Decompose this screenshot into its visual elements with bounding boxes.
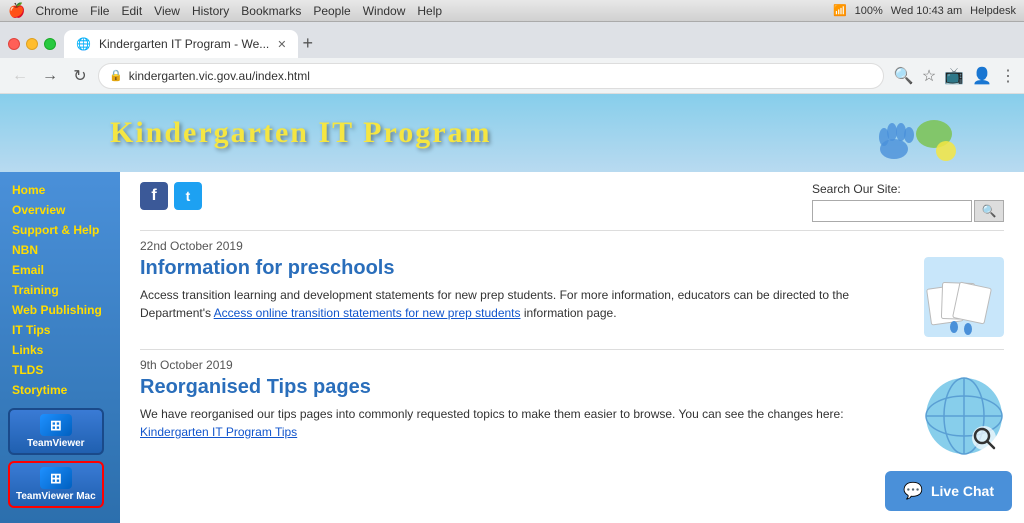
article-2-image: [924, 376, 1004, 456]
url-bar[interactable]: 🔒 kindergarten.vic.gov.au/index.html: [98, 63, 884, 89]
menu-window[interactable]: Window: [363, 4, 406, 18]
sidebar-buttons: TeamViewer TeamViewer Mac: [0, 400, 112, 516]
twitter-icon[interactable]: t: [174, 182, 202, 210]
battery-indicator: 100%: [855, 5, 883, 17]
search-icon: 🔍: [982, 204, 997, 218]
content-area: Home Overview Support & Help NBN Email T…: [0, 172, 1024, 523]
lock-icon: 🔒: [109, 69, 123, 82]
sidebar-item-home[interactable]: Home: [0, 180, 120, 200]
sidebar-item-webpublishing[interactable]: Web Publishing: [0, 300, 120, 320]
social-icons-group: f t: [140, 182, 202, 210]
article-1-date: 22nd October 2019: [140, 239, 1004, 253]
article-2: 9th October 2019 Reorganised Tips pages …: [140, 358, 1004, 456]
teamviewer-mac-icon: [40, 467, 72, 489]
menu-bookmarks[interactable]: Bookmarks: [241, 4, 301, 18]
mac-os-bar: 🍎 Chrome File Edit View History Bookmark…: [0, 0, 1024, 22]
divider-2: [140, 349, 1004, 350]
search-address-icon[interactable]: 🔍: [894, 66, 914, 86]
search-label: Search Our Site:: [812, 182, 1004, 196]
menu-dots-icon[interactable]: ⋮: [1000, 66, 1016, 86]
article-2-link[interactable]: Kindergarten IT Program Tips: [140, 425, 297, 439]
live-chat-button[interactable]: 💬 Live Chat: [885, 471, 1012, 511]
clock: Wed 10:43 am: [891, 5, 962, 17]
article-2-row: Reorganised Tips pages We have reorganis…: [140, 376, 1004, 456]
site-header: Kindergarten IT Program: [0, 94, 1024, 172]
tab-close-button[interactable]: ✕: [277, 38, 286, 51]
article-1-image: [924, 257, 1004, 337]
menu-help[interactable]: Help: [417, 4, 442, 18]
tab-favicon: 🌐: [76, 37, 91, 51]
profile-icon[interactable]: 👤: [972, 66, 992, 86]
divider-1: [140, 230, 1004, 231]
address-bar: ← → ↻ 🔒 kindergarten.vic.gov.au/index.ht…: [0, 58, 1024, 94]
chat-bubble-icon: 💬: [903, 481, 923, 501]
sidebar-item-email[interactable]: Email: [0, 260, 120, 280]
sidebar-item-support[interactable]: Support & Help: [0, 220, 120, 240]
search-input[interactable]: [812, 200, 972, 222]
article-1: 22nd October 2019 Information for presch…: [140, 239, 1004, 337]
search-box-area: Search Our Site: 🔍: [812, 182, 1004, 222]
sidebar-item-nbn[interactable]: NBN: [0, 240, 120, 260]
sidebar-item-tlds[interactable]: TLDS: [0, 360, 120, 380]
article-1-row: Information for preschools Access transi…: [140, 257, 1004, 337]
menu-edit[interactable]: Edit: [121, 4, 142, 18]
sidebar-item-training[interactable]: Training: [0, 280, 120, 300]
site-title: Kindergarten IT Program: [20, 116, 492, 150]
article-2-title: Reorganised Tips pages: [140, 376, 912, 399]
url-text: kindergarten.vic.gov.au/index.html: [129, 69, 310, 83]
article-1-text: Information for preschools Access transi…: [140, 257, 912, 337]
teamviewer-button[interactable]: TeamViewer: [8, 408, 104, 455]
tab-title: Kindergarten IT Program - We...: [99, 37, 269, 51]
teamviewer-mac-label: TeamViewer Mac: [16, 491, 96, 502]
facebook-icon[interactable]: f: [140, 182, 168, 210]
menu-chrome[interactable]: Chrome: [35, 4, 78, 18]
maximize-window-button[interactable]: [44, 38, 56, 50]
article-1-body: Access transition learning and developme…: [140, 286, 912, 322]
chrome-tab-bar: 🌐 Kindergarten IT Program - We... ✕ +: [0, 22, 1024, 58]
sidebar-item-links[interactable]: Links: [0, 340, 120, 360]
menu-file[interactable]: File: [90, 4, 109, 18]
apple-icon: 🍎: [8, 2, 25, 19]
sidebar-item-overview[interactable]: Overview: [0, 200, 120, 220]
teamviewer-icon: [40, 414, 72, 436]
menu-people[interactable]: People: [313, 4, 350, 18]
sidebar: Home Overview Support & Help NBN Email T…: [0, 172, 120, 523]
refresh-button[interactable]: ↻: [68, 64, 92, 88]
live-chat-label: Live Chat: [931, 483, 994, 499]
forward-button[interactable]: →: [38, 64, 62, 88]
website: Kindergarten IT Program Home Overview: [0, 94, 1024, 523]
article-2-text: Reorganised Tips pages We have reorganis…: [140, 376, 912, 456]
article-2-body: We have reorganised our tips pages into …: [140, 405, 912, 441]
new-tab-button[interactable]: +: [302, 33, 313, 54]
article-2-date: 9th October 2019: [140, 358, 1004, 372]
social-search-row: f t Search Our Site: 🔍: [140, 182, 1004, 222]
wifi-icon: 📶: [833, 4, 847, 17]
cast-icon[interactable]: 📺: [944, 66, 964, 86]
teamviewer-label: TeamViewer: [27, 438, 84, 449]
sidebar-item-storytime[interactable]: Storytime: [0, 380, 120, 400]
search-input-row: 🔍: [812, 200, 1004, 222]
article-1-title: Information for preschools: [140, 257, 912, 280]
menu-view[interactable]: View: [154, 4, 180, 18]
helpdesk-label[interactable]: Helpdesk: [970, 5, 1016, 17]
search-button[interactable]: 🔍: [974, 200, 1004, 222]
teamviewer-mac-button[interactable]: TeamViewer Mac: [8, 461, 104, 508]
minimize-window-button[interactable]: [26, 38, 38, 50]
menu-history[interactable]: History: [192, 4, 229, 18]
sidebar-item-ittips[interactable]: IT Tips: [0, 320, 120, 340]
sidebar-nav: Home Overview Support & Help NBN Email T…: [0, 180, 120, 400]
close-window-button[interactable]: [8, 38, 20, 50]
bookmark-icon[interactable]: ☆: [922, 66, 936, 86]
active-tab[interactable]: 🌐 Kindergarten IT Program - We... ✕: [64, 30, 298, 58]
back-button[interactable]: ←: [8, 64, 32, 88]
header-graphic: [874, 99, 964, 174]
article-1-link[interactable]: Access online transition statements for …: [214, 306, 521, 320]
